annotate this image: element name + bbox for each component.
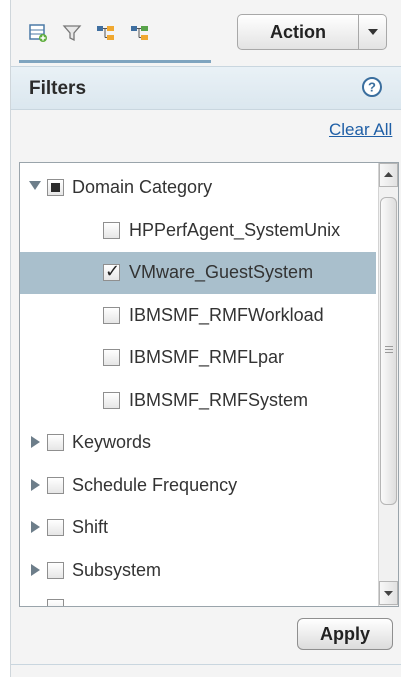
- filters-title: Filters: [29, 78, 87, 99]
- clear-all-link[interactable]: Clear All: [329, 120, 392, 140]
- help-icon[interactable]: ?: [361, 76, 383, 98]
- tree-item-schedule-frequency[interactable]: Schedule Frequency: [20, 465, 376, 507]
- chevron-down-icon: [384, 591, 393, 596]
- action-button[interactable]: Action: [237, 14, 359, 50]
- checkbox-partial[interactable]: [47, 179, 64, 196]
- collapsed-arrow-icon[interactable]: [31, 436, 40, 448]
- svg-text:?: ?: [368, 80, 376, 95]
- scrollbar[interactable]: [378, 163, 398, 606]
- tree-item-selected[interactable]: ✓ VMware_GuestSystem: [20, 252, 376, 294]
- checkbox[interactable]: [103, 222, 120, 239]
- table-icon[interactable]: [25, 20, 51, 46]
- tree-item-label: HPPerfAgent_SystemUnix: [129, 220, 341, 240]
- tree-collapse-icon[interactable]: [127, 20, 153, 46]
- collapsed-arrow-icon[interactable]: [31, 521, 40, 533]
- checkbox-checked[interactable]: ✓: [103, 261, 120, 281]
- tree-expand-icon[interactable]: [93, 20, 119, 46]
- tree-item[interactable]: IBMSMF_RMFLpar: [20, 337, 376, 379]
- collapsed-arrow-icon[interactable]: [31, 564, 40, 576]
- tree-item-label: Subsystem: [72, 560, 162, 580]
- action-dropdown-button[interactable]: [359, 14, 387, 50]
- tree-item-label: Keywords: [72, 432, 152, 452]
- checkbox[interactable]: [47, 434, 64, 451]
- filter-panel: Action Filters ? Clear All Domain Catego…: [10, 0, 401, 677]
- checkbox[interactable]: [47, 519, 64, 536]
- tree-item[interactable]: IBMSMF_RMFWorkload: [20, 295, 376, 337]
- checkbox[interactable]: [103, 392, 120, 409]
- scroll-up-button[interactable]: [379, 163, 398, 187]
- tree-item-label: Domain Category: [72, 177, 213, 197]
- filter-icon[interactable]: [59, 20, 85, 46]
- checkbox[interactable]: [47, 477, 64, 494]
- scrollbar-thumb[interactable]: [380, 197, 397, 505]
- tree-item-label: IBMSMF_RMFLpar: [129, 347, 285, 367]
- tree-item-label: VMware_GuestSystem: [129, 262, 314, 282]
- checkbox[interactable]: [47, 562, 64, 579]
- expand-arrow-icon[interactable]: [29, 181, 41, 190]
- tree-item-domain-category[interactable]: Domain Category: [20, 167, 376, 209]
- filters-header: Filters ?: [11, 66, 401, 110]
- apply-button[interactable]: Apply: [297, 618, 393, 650]
- checkbox[interactable]: [103, 307, 120, 324]
- tree-item[interactable]: IBMSMF_RMFSystem: [20, 380, 376, 422]
- tree-item-keywords[interactable]: Keywords: [20, 422, 376, 464]
- tree-item-partial[interactable]: [20, 593, 376, 606]
- toolbar: Action: [11, 0, 401, 64]
- filter-tree: Domain Category HPPerfAgent_SystemUnix ✓…: [19, 162, 399, 607]
- chevron-down-icon: [367, 29, 378, 35]
- tree-item-shift[interactable]: Shift: [20, 507, 376, 549]
- checkbox[interactable]: [103, 349, 120, 366]
- tree-item-label: Schedule Frequency: [72, 475, 238, 495]
- tree-item-label: Shift: [72, 517, 109, 537]
- tree-item-label: IBMSMF_RMFWorkload: [129, 305, 324, 325]
- divider: [11, 664, 401, 665]
- checkbox[interactable]: [47, 599, 64, 606]
- chevron-up-icon: [384, 172, 393, 177]
- tree-item[interactable]: HPPerfAgent_SystemUnix: [20, 210, 376, 252]
- scroll-down-button[interactable]: [379, 581, 398, 605]
- collapsed-arrow-icon[interactable]: [31, 479, 40, 491]
- tree-item-label: IBMSMF_RMFSystem: [129, 390, 309, 410]
- tree-item-subsystem[interactable]: Subsystem: [20, 550, 376, 592]
